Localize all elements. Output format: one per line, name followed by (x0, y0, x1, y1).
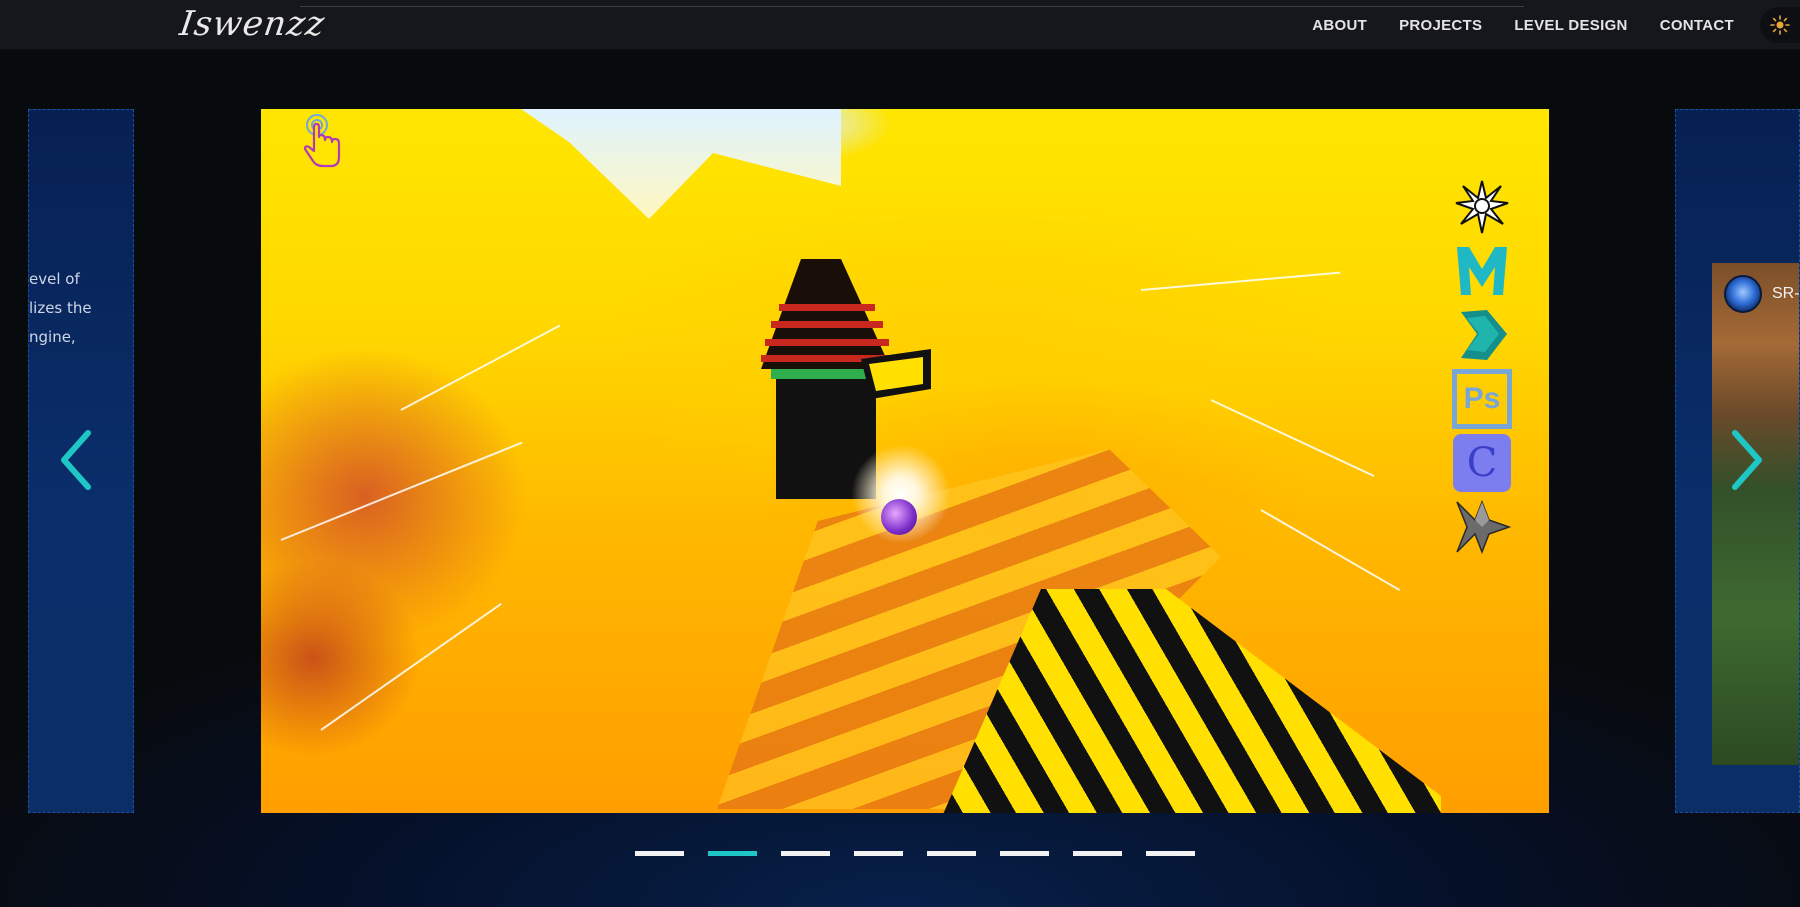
nav-about[interactable]: ABOUT (1312, 17, 1367, 34)
pagination-dot-active[interactable] (708, 851, 757, 856)
speed-streak (1260, 509, 1401, 591)
pagination-dot[interactable] (854, 851, 903, 856)
photoshop-icon: Ps (1451, 369, 1513, 429)
pagination-dot[interactable] (1073, 851, 1122, 856)
navbar: Iswenzz ABOUT PROJECTS LEVEL DESIGN CONT… (0, 0, 1800, 50)
theme-toggle-button[interactable] (1760, 7, 1800, 43)
next-slide-preview-image: SR- (1712, 263, 1800, 765)
prev-slide-text-line: lizes the (29, 299, 92, 317)
pagination-dot[interactable] (1000, 851, 1049, 856)
prev-slide-description: evel of lizes the ngine, (29, 265, 133, 352)
chevron-left-icon (61, 430, 91, 490)
pagination-dot[interactable] (1146, 851, 1195, 856)
site-logo[interactable]: Iswenzz (177, 4, 327, 44)
prev-arrow-button[interactable] (58, 425, 98, 495)
maya-icon (1451, 241, 1513, 301)
blender-icon (1451, 177, 1513, 237)
nav-level-design[interactable]: LEVEL DESIGN (1514, 17, 1627, 34)
pagination-dot[interactable] (635, 851, 684, 856)
c-language-icon: C (1451, 433, 1513, 493)
carousel-pagination (635, 851, 1195, 856)
chevron-right-icon (1732, 430, 1762, 490)
next-slide-title: SR- (1772, 285, 1800, 302)
pagination-dot[interactable] (927, 851, 976, 856)
nav-projects[interactable]: PROJECTS (1399, 17, 1482, 34)
unreal-icon (1451, 497, 1513, 557)
sun-icon (1770, 15, 1790, 35)
prev-slide-text-line: ngine, (29, 328, 76, 346)
avatar (1724, 275, 1762, 313)
speed-streak (280, 441, 523, 541)
nav-links: ABOUT PROJECTS LEVEL DESIGN CONTACT (1312, 0, 1734, 50)
nav-contact[interactable]: CONTACT (1660, 17, 1734, 34)
speed-streak (1210, 399, 1375, 477)
speed-streak (400, 324, 561, 411)
prev-slide-text-line: evel of (29, 270, 80, 288)
tool-icons: Ps C (1451, 177, 1521, 561)
next-arrow-button[interactable] (1725, 425, 1765, 495)
speed-streak (320, 602, 502, 731)
slide-sky (521, 109, 841, 219)
active-slide[interactable]: Ps C (261, 109, 1549, 813)
hand-pointer-icon[interactable] (299, 113, 345, 169)
speed-streak (1140, 271, 1341, 291)
slide-player-orb (881, 499, 917, 535)
pagination-dot[interactable] (781, 851, 830, 856)
3dsmax-icon (1451, 305, 1513, 365)
